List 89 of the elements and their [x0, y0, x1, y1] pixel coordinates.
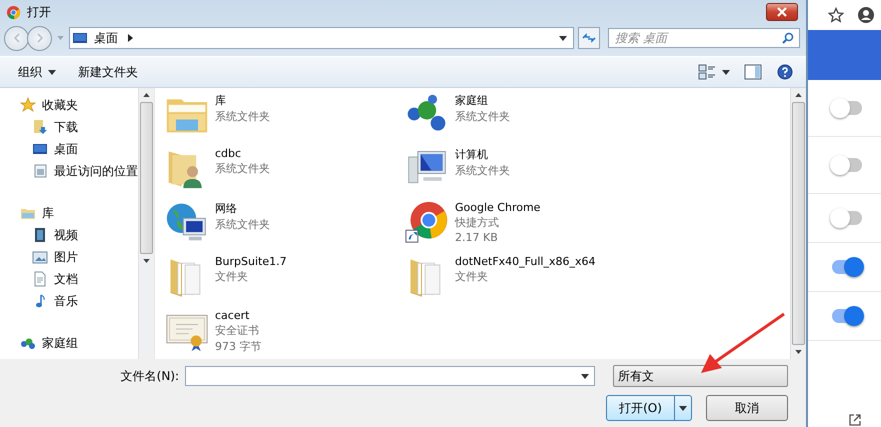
file-detail: 973 字节: [215, 339, 262, 354]
window-title: 打开: [27, 4, 51, 20]
organize-menu[interactable]: 组织: [14, 62, 60, 82]
file-item[interactable]: 计算机 系统文件夹: [405, 146, 645, 190]
caret-icon[interactable]: [580, 374, 589, 379]
browser-shortcut-icon: [405, 200, 449, 244]
nav-item[interactable]: 文档: [0, 268, 138, 290]
scrollbar[interactable]: [138, 88, 154, 359]
file-detail: 文件夹: [455, 269, 489, 284]
picture-icon: [32, 249, 48, 265]
file-name: Google Chrome: [455, 201, 540, 214]
help-icon[interactable]: [776, 64, 794, 80]
nav-item[interactable]: 音乐: [0, 290, 138, 312]
address-bar[interactable]: 桌面: [69, 27, 574, 49]
refresh-button[interactable]: [578, 27, 600, 49]
preview-pane-icon[interactable]: [744, 64, 762, 80]
refresh-icon: [581, 32, 597, 44]
file-name: cdbc: [215, 147, 242, 160]
toggle-switch[interactable]: [832, 260, 862, 274]
file-detail: 文件夹: [215, 269, 249, 284]
file-detail: 2.17 KB: [455, 231, 499, 244]
scroll-up-arrow-icon[interactable]: [795, 93, 802, 97]
cancel-button[interactable]: 取消: [706, 395, 788, 421]
file-name: dotNetFx40_Full_x86_x64: [455, 255, 596, 268]
back-button[interactable]: [4, 26, 29, 50]
toggle-switch[interactable]: [832, 309, 862, 323]
file-detail: 系统文件夹: [215, 109, 270, 124]
file-item[interactable]: Google Chrome 快捷方式 2.17 KB: [405, 200, 645, 244]
file-name: 家庭组: [455, 93, 489, 108]
folder-download-icon: [32, 119, 48, 135]
close-icon: [776, 7, 788, 17]
file-name: BurpSuite1.7: [215, 255, 287, 268]
external-link-icon[interactable]: [848, 413, 862, 427]
file-name: cacert: [215, 309, 250, 322]
file-detail: 系统文件夹: [215, 217, 270, 232]
toggle-switch[interactable]: [832, 101, 862, 115]
file-name: 计算机: [455, 147, 489, 162]
nav-item[interactable]: 库: [0, 202, 138, 224]
file-type-dropdown[interactable]: 所有文: [612, 365, 788, 387]
film-icon: [32, 227, 48, 243]
file-item[interactable]: cacert 安全证书 973 字节: [165, 308, 405, 354]
nav-item[interactable]: 图片: [0, 246, 138, 268]
file-name-field[interactable]: [185, 366, 595, 386]
desktop-icon: [32, 141, 48, 157]
recent-places-icon: [32, 163, 48, 179]
file-item[interactable]: 网络 系统文件夹: [165, 200, 405, 244]
toggle-switch[interactable]: [832, 158, 862, 172]
nav-item[interactable]: 桌面: [0, 138, 138, 160]
forward-button[interactable]: [27, 26, 52, 50]
search-field[interactable]: 搜索 桌面: [608, 28, 800, 48]
scroll-down-arrow-icon[interactable]: [795, 350, 802, 354]
star-icon: [20, 97, 36, 113]
browser-logo-icon: [6, 4, 21, 20]
nav-item[interactable]: 收藏夹: [0, 94, 138, 116]
document-icon: [32, 271, 48, 287]
bookmark-star-icon[interactable]: [828, 7, 844, 23]
file-detail: 安全证书: [215, 323, 260, 338]
file-name-label: 文件名(N):: [120, 368, 180, 384]
caret-icon[interactable]: [559, 36, 567, 40]
file-detail: 系统文件夹: [455, 109, 510, 124]
file-item[interactable]: BurpSuite1.7 文件夹: [165, 254, 405, 298]
file-item[interactable]: 家庭组 系统文件夹: [405, 92, 645, 136]
scroll-up-arrow-icon[interactable]: [143, 93, 150, 97]
caret-icon: [48, 70, 56, 74]
nav-item[interactable]: 视频: [0, 224, 138, 246]
file-item[interactable]: dotNetFx40_Full_x86_x64 文件夹: [405, 254, 645, 298]
search-icon[interactable]: [782, 32, 794, 44]
new-folder-button[interactable]: 新建文件夹: [74, 62, 142, 82]
open-button[interactable]: 打开(O): [606, 395, 692, 421]
view-options-icon[interactable]: [698, 64, 716, 80]
file-detail: 快捷方式: [455, 215, 500, 230]
scroll-down-arrow-icon[interactable]: [143, 259, 150, 263]
toggle-switch[interactable]: [832, 211, 862, 225]
file-detail: 系统文件夹: [215, 161, 270, 176]
close-button[interactable]: [766, 3, 798, 21]
file-name: 库: [215, 93, 227, 108]
caret-icon: [679, 406, 687, 410]
file-name: 网络: [215, 201, 238, 216]
nav-item[interactable]: 家庭组: [0, 332, 138, 354]
file-item[interactable]: 库 系统文件夹: [165, 92, 405, 136]
caret-icon[interactable]: [722, 70, 730, 74]
file-item[interactable]: cdbc 系统文件夹: [165, 146, 405, 190]
nav-item[interactable]: 下载: [0, 116, 138, 138]
nav-item[interactable]: 最近访问的位置: [0, 160, 138, 182]
scrollbar[interactable]: [790, 88, 806, 359]
account-avatar-icon[interactable]: [858, 7, 874, 23]
file-detail: 系统文件夹: [455, 163, 510, 178]
breadcrumb-arrow-icon[interactable]: [128, 34, 133, 42]
desktop-icon: [72, 30, 88, 46]
